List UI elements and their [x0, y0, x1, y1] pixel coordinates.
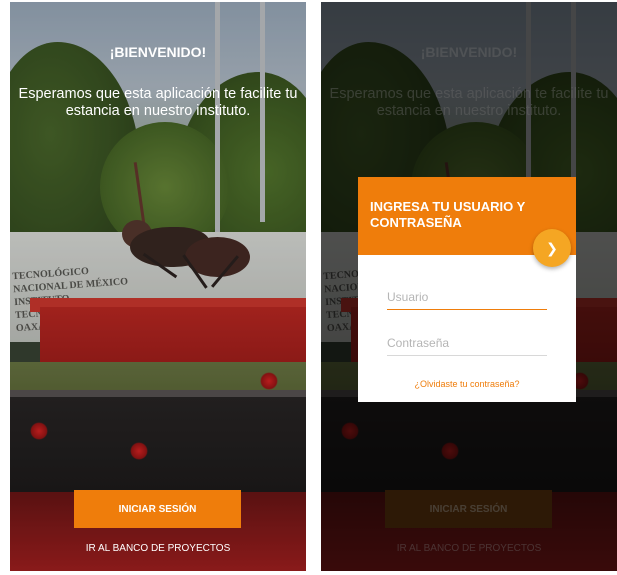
login-button[interactable]: INICIAR SESIÓN	[74, 490, 241, 528]
login-dialog-title: INGRESA TU USUARIO Y CONTRASEÑA	[370, 199, 526, 230]
welcome-screen: TECNOLÓGICO NACIONAL DE MÉXICO INSTITUTO…	[10, 2, 306, 571]
username-input[interactable]	[387, 285, 547, 310]
welcome-message: Esperamos que esta aplicación te facilit…	[18, 86, 298, 119]
welcome-title: ¡BIENVENIDO!	[109, 44, 207, 60]
login-dialog: INGRESA TU USUARIO Y CONTRASEÑA ❯ ¿Olvid…	[358, 177, 576, 402]
forgot-password-link[interactable]: ¿Olvidaste tu contraseña?	[358, 379, 576, 389]
chevron-right-icon: ❯	[546, 239, 558, 256]
login-screen: TECNOLÓGICO NACIONAL DE MÉXICO INSTITUTO…	[321, 2, 617, 571]
projects-bank-link[interactable]: IR AL BANCO DE PROYECTOS	[10, 543, 306, 554]
next-button[interactable]: ❯	[533, 229, 571, 267]
password-input[interactable]	[387, 331, 547, 356]
